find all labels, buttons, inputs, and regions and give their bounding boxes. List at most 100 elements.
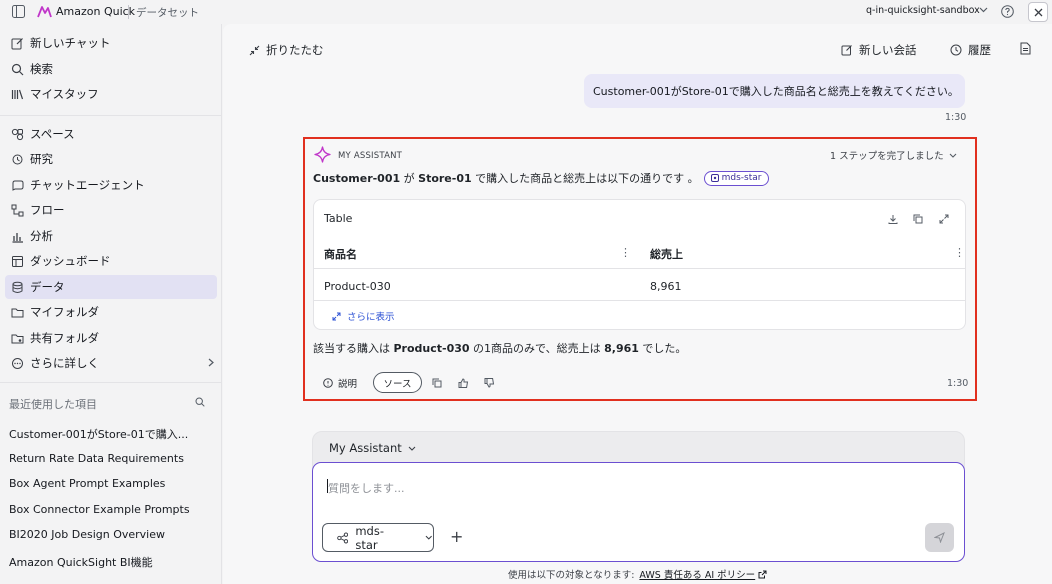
share-nodes-icon — [337, 532, 349, 543]
sidebar: 新しいチャット 検索 マイスタッフ スペース 研究 チャットエージェント フロー… — [0, 24, 222, 584]
sidebar-toggle-icon[interactable] — [12, 5, 25, 18]
assistant-name: MY ASSISTANT — [338, 151, 403, 161]
collapse-button[interactable]: 折りたたむ — [249, 42, 324, 58]
sidebar-divider — [0, 115, 222, 116]
steps-toggle[interactable]: 1 ステップを完了しました — [830, 148, 957, 162]
chat-agent-icon — [12, 180, 24, 191]
datasource-selector[interactable]: mds-star — [322, 523, 434, 552]
send-button[interactable] — [925, 523, 954, 552]
add-icon[interactable]: + — [450, 527, 463, 546]
collapse-icon — [249, 45, 260, 55]
ai-policy-link[interactable]: AWS 責任ある AI ポリシー — [639, 567, 755, 581]
flow-icon — [11, 204, 24, 216]
show-more-link[interactable]: さらに表示 — [332, 309, 395, 323]
recent-heading: 最近使用した項目 — [9, 398, 97, 411]
chevron-down-icon[interactable] — [979, 7, 988, 13]
clock-icon — [950, 44, 962, 56]
quick-logo-icon — [37, 5, 52, 18]
new-conversation-button[interactable]: 新しい会話 — [841, 42, 917, 58]
composer: My Assistant 質問をします... mds-star + — [312, 431, 965, 562]
assistant-time: 1:30 — [947, 378, 969, 389]
dashboard-icon — [12, 255, 23, 267]
assistant-intro: Customer-001 が Store-01 で購入した商品と総売上は以下の通… — [313, 170, 769, 186]
sidebar-item-spaces[interactable]: スペース — [5, 122, 217, 146]
assistant-response: MY ASSISTANT 1 ステップを完了しました Customer-001 … — [303, 137, 977, 401]
external-link-icon — [758, 570, 767, 578]
sidebar-item-my-stuff[interactable]: マイスタッフ — [5, 82, 217, 106]
sidebar-divider — [0, 382, 222, 383]
sidebar-item-dashboards[interactable]: ダッシュボード — [5, 249, 217, 273]
download-icon[interactable] — [888, 214, 898, 224]
account-selector[interactable]: q-in-quicksight-sandbox — [866, 5, 980, 16]
analysis-icon — [12, 232, 23, 243]
datasource-chip[interactable]: mds-star — [703, 170, 769, 186]
expand-icon[interactable] — [939, 214, 949, 224]
assistant-selector[interactable]: My Assistant — [329, 441, 416, 455]
library-icon — [11, 89, 24, 99]
sidebar-item-flows[interactable]: フロー — [5, 198, 217, 222]
recent-item[interactable]: Amazon QuickSight BI機能 — [9, 554, 153, 570]
sparkle-icon — [314, 146, 331, 163]
sidebar-item-search[interactable]: 検索 — [5, 57, 217, 81]
result-table-card: Table 商品名 ⋮ 総売上 ⋮ Product-030 8,961 さらに表… — [313, 199, 966, 330]
copy-icon[interactable] — [432, 378, 442, 388]
assistant-summary: 該当する購入は Product-030 の1商品のみで、総売上は 8,961 で… — [313, 342, 687, 355]
recent-item[interactable]: BI2020 Job Design Overview — [9, 528, 165, 541]
table-cell: Product-030 — [324, 280, 391, 293]
chat-panel: 折りたたむ 新しい会話 履歴 Customer-001がStore-01で購入し… — [223, 24, 1052, 584]
footer-notice: 使用は以下の対象となります: AWS 責任ある AI ポリシー — [508, 567, 767, 581]
recent-item[interactable]: Box Agent Prompt Examples — [9, 477, 165, 490]
search-icon[interactable] — [195, 397, 205, 407]
source-button[interactable]: ソース — [373, 372, 422, 393]
explain-button[interactable]: 説明 — [323, 376, 357, 390]
chevron-down-icon — [408, 446, 416, 451]
sidebar-item-learn-more[interactable]: さらに詳しく — [5, 351, 217, 375]
document-icon[interactable] — [1020, 42, 1031, 55]
question-placeholder: 質問をします... — [328, 482, 405, 495]
shared-folder-icon — [11, 334, 24, 343]
table-title: Table — [324, 212, 353, 225]
table-cell: 8,961 — [650, 280, 682, 293]
column-menu-icon[interactable]: ⋮ — [954, 246, 965, 259]
dataset-icon — [710, 174, 719, 182]
edit-icon — [11, 37, 23, 49]
database-icon — [12, 281, 23, 293]
chevron-down-icon — [949, 153, 956, 158]
spaces-icon — [11, 128, 24, 140]
sidebar-item-new-chat[interactable]: 新しいチャット — [5, 31, 217, 55]
sidebar-item-my-folders[interactable]: マイフォルダ — [5, 300, 217, 324]
folder-icon — [11, 308, 24, 317]
column-header[interactable]: 商品名 — [324, 246, 357, 262]
column-menu-icon[interactable]: ⋮ — [620, 246, 631, 259]
research-icon — [12, 154, 23, 164]
sidebar-item-data[interactable]: データ — [5, 275, 217, 299]
edit-icon — [841, 45, 852, 56]
column-header[interactable]: 総売上 — [650, 246, 683, 262]
chevron-down-icon — [426, 535, 433, 540]
copy-icon[interactable] — [913, 214, 923, 224]
sidebar-item-shared-folders[interactable]: 共有フォルダ — [5, 326, 217, 350]
sidebar-item-analysis[interactable]: 分析 — [5, 224, 217, 248]
title-divider — [128, 5, 129, 19]
close-button[interactable] — [1028, 2, 1048, 22]
question-input[interactable]: 質問をします... mds-star + — [312, 462, 965, 562]
sidebar-item-research[interactable]: 研究 — [5, 147, 217, 171]
table-divider — [314, 268, 965, 269]
breadcrumb[interactable]: データセット — [136, 5, 199, 20]
user-message: Customer-001がStore-01で購入した商品名と総売上を教えてくださ… — [584, 74, 965, 108]
history-button[interactable]: 履歴 — [950, 42, 991, 58]
help-icon[interactable] — [1001, 5, 1014, 18]
sidebar-item-chat-agents[interactable]: チャットエージェント — [5, 173, 217, 197]
thumbs-down-icon[interactable] — [484, 378, 495, 388]
help-icon — [323, 378, 333, 388]
more-icon — [12, 357, 23, 369]
thumbs-up-icon[interactable] — [458, 378, 469, 388]
app-title: Amazon Quick — [56, 5, 136, 18]
recent-item[interactable]: Customer-001がStore-01で購入... — [9, 426, 188, 442]
recent-item[interactable]: Box Connector Example Prompts — [9, 503, 190, 516]
user-message-time: 1:30 — [945, 112, 967, 123]
send-icon — [934, 532, 945, 543]
close-icon — [1034, 8, 1042, 16]
table-divider — [314, 300, 965, 301]
recent-item[interactable]: Return Rate Data Requirements — [9, 452, 184, 465]
